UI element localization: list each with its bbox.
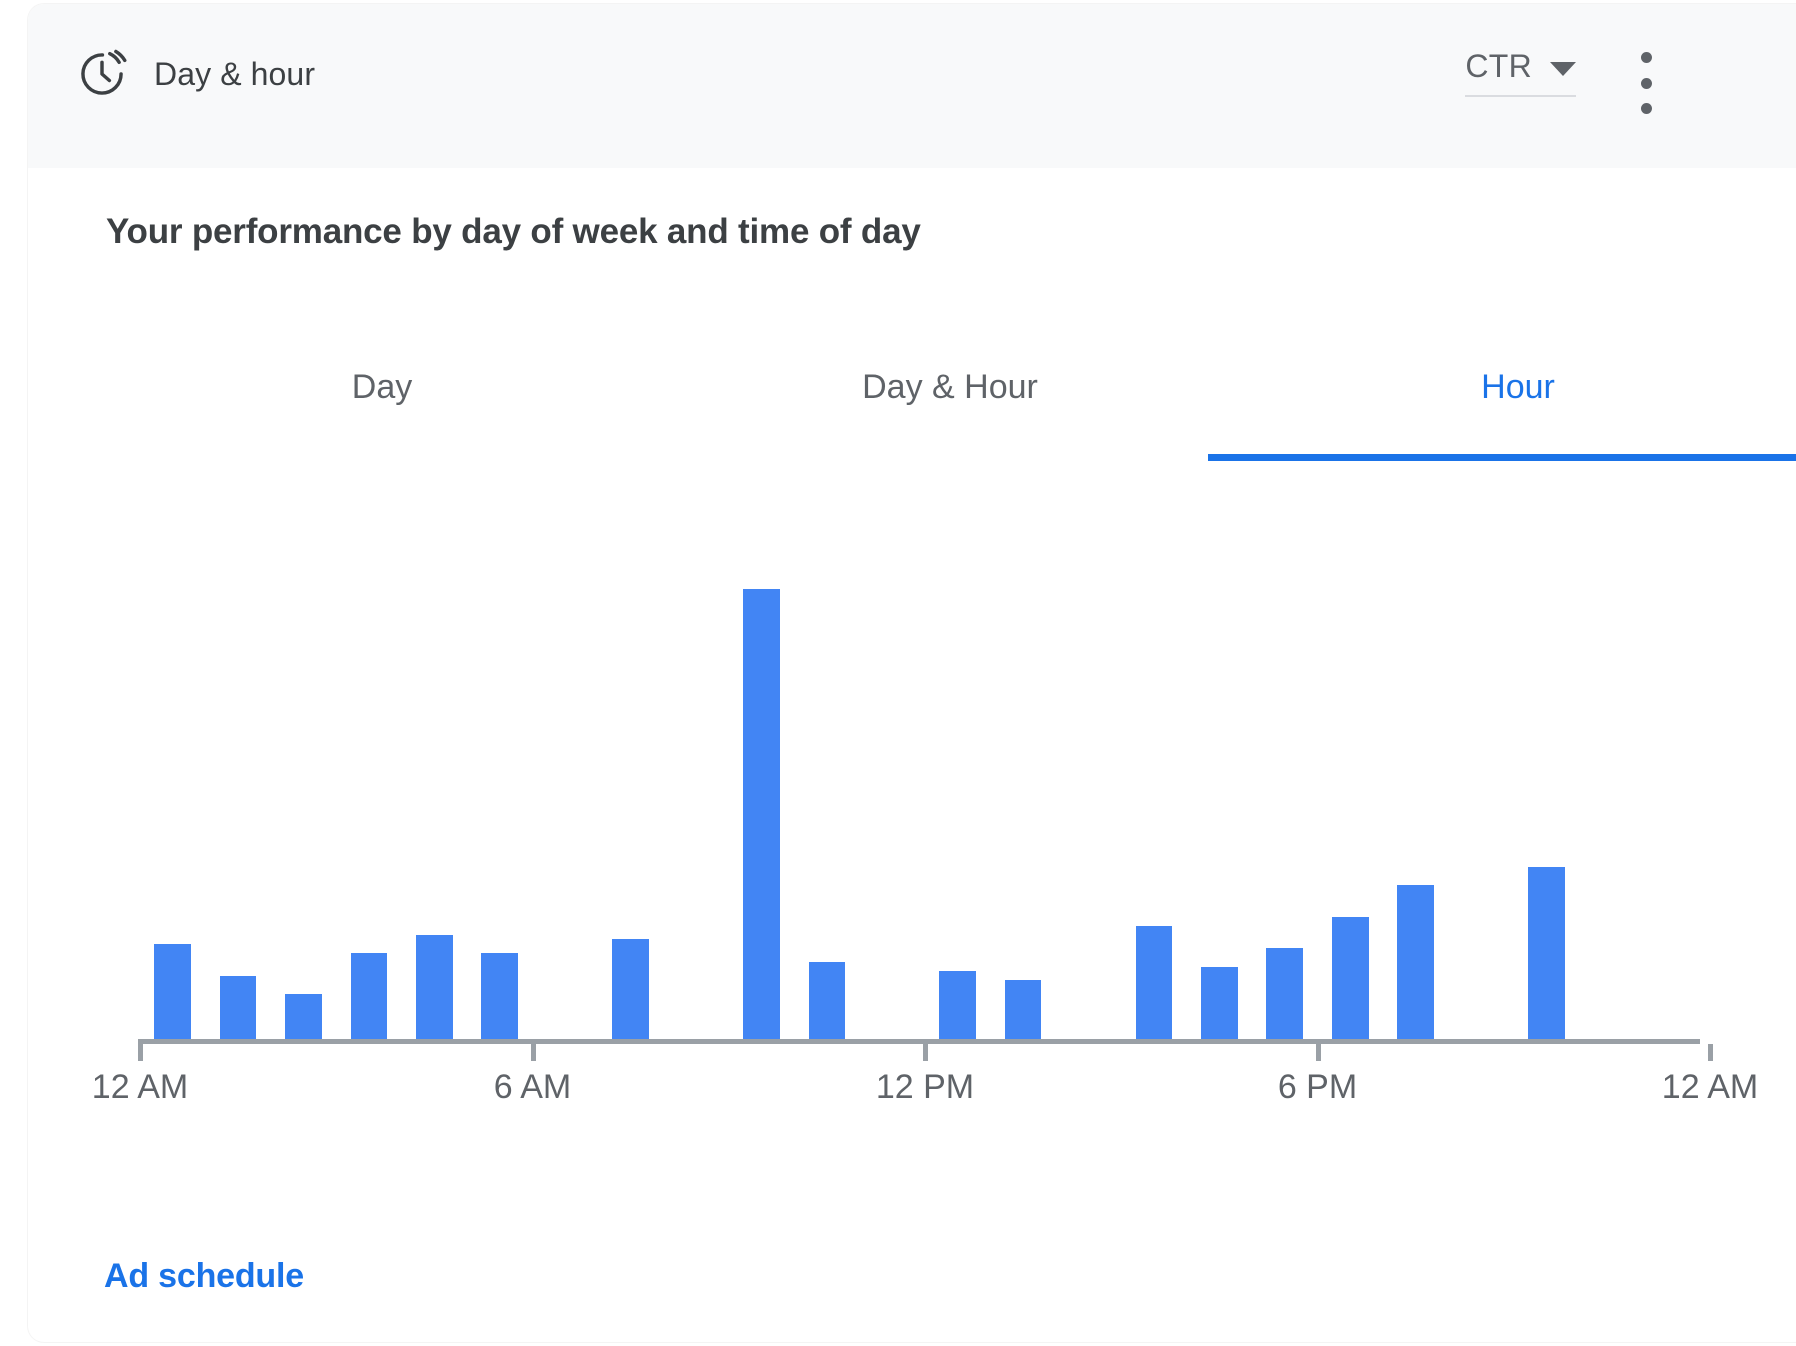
chart-bar[interactable] (743, 589, 780, 1044)
x-axis-tick-label: 12 AM (1661, 1068, 1759, 1106)
tab-day[interactable]: Day (98, 356, 666, 466)
card-header: Day & hour CTR (28, 4, 1796, 168)
chart-bar[interactable] (1397, 884, 1434, 1044)
card-header-left: Day & hour (76, 48, 315, 100)
x-axis-tick-label: 6 PM (1277, 1068, 1358, 1106)
more-options-button[interactable] (1624, 52, 1668, 114)
card-title: Day & hour (154, 55, 316, 92)
x-axis-tick (1708, 1044, 1713, 1061)
x-axis-line (138, 1039, 1700, 1044)
x-axis-tick (1315, 1044, 1321, 1061)
chart-bar[interactable] (612, 939, 649, 1044)
chart-bar[interactable] (219, 975, 257, 1044)
chart-bar[interactable] (1528, 866, 1565, 1044)
tab-day-label: Day (351, 368, 413, 406)
active-tab-indicator (1208, 454, 1796, 461)
chart-bar[interactable] (1135, 925, 1173, 1044)
day-and-hour-card: Day & hour CTR Your performance by day o… (28, 4, 1796, 1342)
chart-bar[interactable] (350, 953, 388, 1044)
tab-hour[interactable]: Hour (1234, 356, 1796, 466)
chart-bar[interactable] (939, 971, 977, 1044)
kebab-dot-1 (1640, 52, 1652, 63)
chart-bar[interactable] (285, 993, 322, 1044)
x-axis-tick (923, 1044, 928, 1061)
tab-hour-label: Hour (1481, 368, 1555, 406)
tab-bar: Day Day & Hour Hour (98, 356, 1796, 466)
clock-day-hour-icon (76, 48, 128, 100)
page-title: Your performance by day of week and time… (106, 212, 921, 251)
metric-selector[interactable]: CTR (1465, 48, 1576, 97)
tab-day-and-hour[interactable]: Day & Hour (666, 356, 1234, 466)
chart-bar[interactable] (1266, 948, 1304, 1044)
x-axis-tick-label: 12 PM (875, 1068, 975, 1106)
chart-bar[interactable] (154, 943, 192, 1044)
chart-bar[interactable] (1331, 916, 1369, 1044)
chart-bar[interactable] (1201, 966, 1238, 1044)
chevron-down-icon (1550, 61, 1576, 76)
chart-bar[interactable] (1004, 980, 1042, 1044)
kebab-dot-2 (1640, 77, 1652, 89)
kebab-dot-3 (1640, 103, 1652, 114)
chart-bar[interactable] (416, 934, 453, 1044)
x-axis-tick-label: 6 AM (493, 1068, 572, 1106)
x-axis-tick (138, 1044, 143, 1061)
x-axis-tick (530, 1044, 536, 1061)
hourly-performance-chart: 12 AM 6 AM 12 PM 6 PM 12 AM (28, 474, 1796, 1114)
ad-schedule-link[interactable]: Ad schedule (104, 1257, 304, 1296)
metric-selector-value: CTR (1465, 48, 1532, 84)
chart-bar[interactable] (808, 962, 846, 1044)
screen-root: Day & hour CTR Your performance by day o… (0, 0, 1796, 1346)
chart-plot-area (140, 474, 1710, 1044)
tab-day-and-hour-label: Day & Hour (862, 368, 1038, 406)
x-axis-tick-label: 12 AM (91, 1068, 189, 1106)
chart-bar[interactable] (481, 953, 519, 1044)
